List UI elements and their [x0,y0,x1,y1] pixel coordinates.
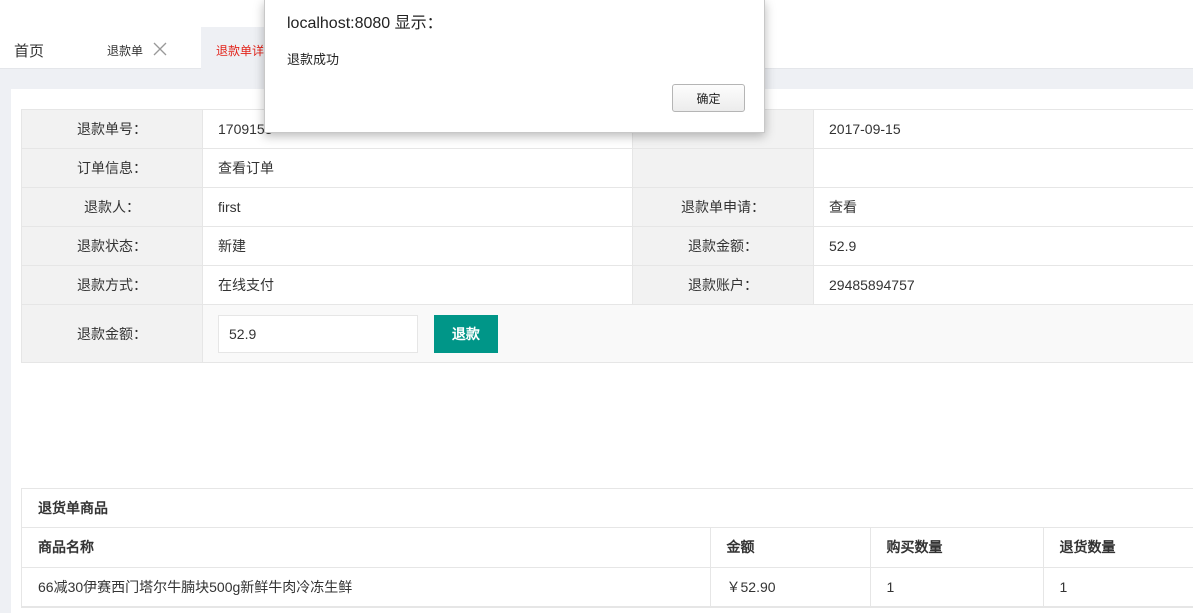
col-purchase-qty: 购买数量 [870,528,1044,568]
return-goods-panel: 退货单商品 商品名称 金额 购买数量 退货数量 66减30伊赛西门塔尔牛腩块50… [21,488,1193,608]
return-qty: 1 [1043,567,1193,607]
main-content: 退款单号： 1709153 2017-09-15 订单信息： 查看订单 退款人：… [11,89,1193,613]
refund-method-label: 退款方式： [21,265,203,305]
refund-action-row: 退款金额： 退款 [21,304,1193,363]
refund-no-label: 退款单号： [21,109,203,149]
col-amount: 金额 [710,528,871,568]
refund-amount-input[interactable] [218,314,418,353]
dialog-message: 退款成功 [287,52,340,67]
refund-info-table: 退款单号： 1709153 2017-09-15 订单信息： 查看订单 退款人：… [21,109,1193,363]
order-info-label: 订单信息： [21,148,203,188]
table-row: 退款方式： 在线支付 退款账户： 29485894757 [21,265,1193,305]
dialog-ok-button[interactable]: 确定 [672,84,745,112]
tab-refund-detail[interactable]: 退款单详 [201,27,271,69]
table-row: 订单信息： 查看订单 [21,148,1193,188]
col-product-name: 商品名称 [22,528,711,568]
view-application-link[interactable]: 查看 [813,187,1193,227]
refund-application-label: 退款单申请： [632,187,814,227]
refund-account-label: 退款账户： [632,265,814,305]
refunder-value: first [202,187,633,227]
refund-status-value: 新建 [202,226,633,266]
alert-dialog: localhost:8080 显示： 退款成功 确定 [264,0,765,133]
refund-account-value: 29485894757 [813,265,1193,305]
table-row: 退款人： first 退款单申请： 查看 [21,187,1193,227]
dialog-title: localhost:8080 显示： [287,15,443,32]
refund-amount-input-label: 退款金额： [21,304,203,363]
tab-home[interactable]: 首页 [14,40,44,61]
refund-action-cell: 退款 [202,304,1193,363]
return-goods-title: 退货单商品 [22,489,1193,528]
product-amount: ￥52.90 [710,567,871,607]
return-goods-table: 商品名称 金额 购买数量 退货数量 66减30伊赛西门塔尔牛腩块500g新鲜牛肉… [22,528,1193,607]
table-header-row: 商品名称 金额 购买数量 退货数量 [22,528,1193,568]
tab-refund-list[interactable]: 退款单 [107,42,167,59]
refunder-label: 退款人： [21,187,203,227]
table-row: 66减30伊赛西门塔尔牛腩块500g新鲜牛肉冷冻生鲜 ￥52.90 1 1 [22,567,1193,607]
purchase-qty: 1 [870,567,1044,607]
close-icon[interactable] [153,42,167,56]
create-time-value: 2017-09-15 [813,109,1193,149]
refund-amount-value: 52.9 [813,226,1193,266]
product-name: 66减30伊赛西门塔尔牛腩块500g新鲜牛肉冷冻生鲜 [22,567,711,607]
refund-button[interactable]: 退款 [433,314,498,353]
col-return-qty: 退货数量 [1043,528,1193,568]
empty-label-cell [632,148,814,188]
empty-value-cell [813,148,1193,188]
refund-method-value: 在线支付 [202,265,633,305]
view-order-link[interactable]: 查看订单 [202,148,633,188]
refund-status-label: 退款状态： [21,226,203,266]
tab-refund-list-label: 退款单 [107,44,144,58]
refund-amount-label: 退款金额： [632,226,814,266]
table-row: 退款状态： 新建 退款金额： 52.9 [21,226,1193,266]
